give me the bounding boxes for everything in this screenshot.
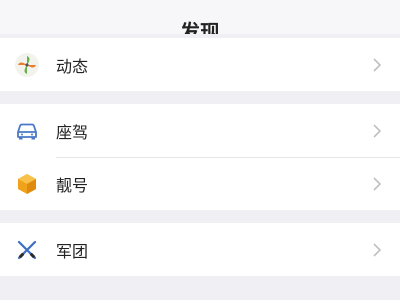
menu-item-label: 靓号 — [56, 175, 89, 195]
menu-item-legion[interactable]: 军团 — [0, 223, 400, 276]
menu-item-label: 座驾 — [56, 122, 89, 142]
chevron-right-icon — [370, 176, 384, 191]
menu-item-vehicle[interactable]: 座驾 — [0, 104, 400, 157]
menu-group-3: 军团 — [0, 223, 400, 276]
crossed-rifles-icon — [14, 237, 40, 263]
menu-item-label: 军团 — [56, 241, 89, 261]
hexagon-badge-icon — [14, 171, 40, 197]
nav-bar: 发现 — [0, 0, 400, 34]
chevron-right-icon — [370, 242, 384, 257]
page-title: 发现 — [180, 20, 220, 34]
menu-item-pretty-number[interactable]: 靓号 — [0, 157, 400, 210]
car-icon — [14, 118, 40, 144]
menu-item-moments[interactable]: 动态 — [0, 38, 400, 91]
menu-item-label: 动态 — [56, 56, 89, 76]
menu-group-2: 座驾 靓号 — [0, 104, 400, 210]
chevron-right-icon — [370, 57, 384, 72]
chevron-right-icon — [370, 123, 384, 138]
pinwheel-icon — [14, 52, 40, 78]
menu-group-1: 动态 — [0, 38, 400, 91]
